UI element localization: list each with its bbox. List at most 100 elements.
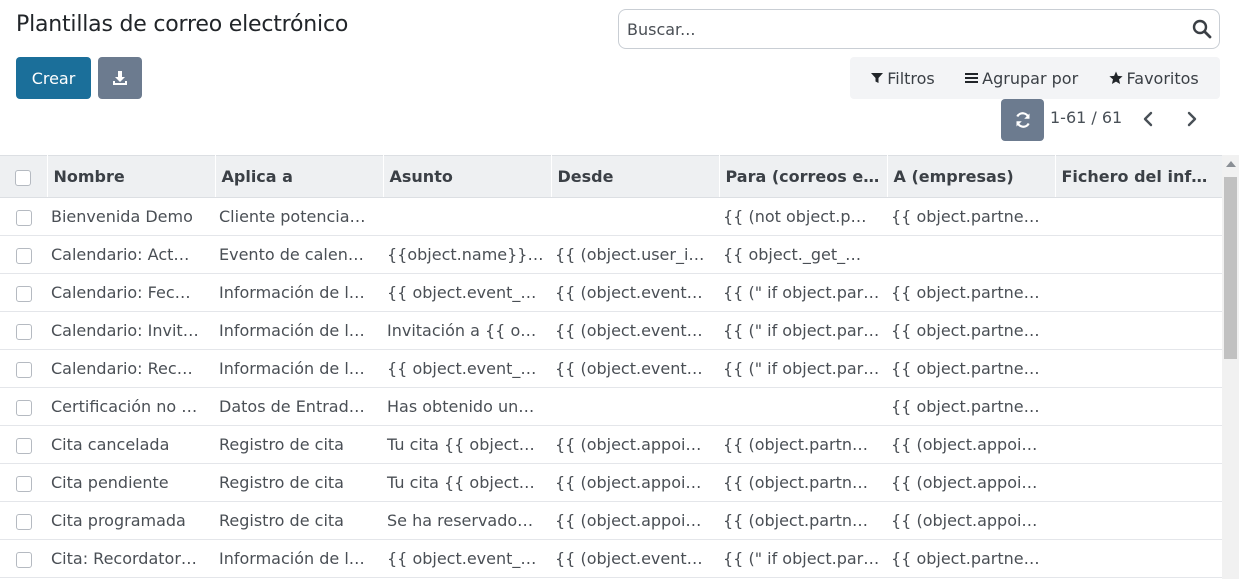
table-cell[interactable]: Cliente potencia…	[215, 198, 383, 236]
table-cell[interactable]: {{ (" if object.par…	[719, 350, 887, 388]
table-cell[interactable]: Información de l…	[215, 350, 383, 388]
table-cell[interactable]: Datos de Entrad…	[215, 388, 383, 426]
table-cell[interactable]: Registro de cita	[215, 502, 383, 540]
table-cell[interactable]: Calendario: Fec…	[47, 274, 215, 312]
table-cell[interactable]: Cita programada	[47, 502, 215, 540]
table-cell[interactable]: {{ (" if object.par…	[719, 312, 887, 350]
column-header[interactable]: Nombre	[47, 155, 216, 198]
column-header[interactable]: Fichero del info…	[1055, 155, 1223, 198]
table-row[interactable]: Bienvenida Demo Cliente potencia… {{ (not …	[0, 198, 1222, 236]
table-cell[interactable]: Registro de cita	[215, 426, 383, 464]
table-cell[interactable]: {{ (object.appoi…	[551, 426, 719, 464]
table-cell[interactable]	[1055, 464, 1222, 502]
table-cell[interactable]: Cita pendiente	[47, 464, 215, 502]
table-row[interactable]: Calendario: Act… Evento de calen… {{object…	[0, 236, 1222, 274]
group-by-toggle[interactable]: Agrupar por	[965, 69, 1078, 88]
table-cell[interactable]	[551, 388, 719, 426]
table-cell[interactable]	[1055, 502, 1222, 540]
table-cell[interactable]: Calendario: Invit…	[47, 312, 215, 350]
table-cell[interactable]: {{ (object.partn…	[719, 426, 887, 464]
table-cell[interactable]: Cita: Recordator…	[47, 540, 215, 578]
table-cell[interactable]: {{ object.partne…	[887, 312, 1055, 350]
table-cell[interactable]: {{ (object.appoi…	[887, 426, 1055, 464]
table-cell[interactable]: Invitación a {{ o…	[383, 312, 551, 350]
row-checkbox[interactable]	[0, 350, 47, 388]
table-cell[interactable]	[719, 388, 887, 426]
scroll-up-arrow[interactable]	[1226, 161, 1236, 167]
table-row[interactable]: Calendario: Rec… Información de l…{{ obje…	[0, 350, 1222, 388]
search-input[interactable]	[627, 10, 1187, 48]
row-checkbox[interactable]	[0, 198, 47, 236]
table-row[interactable]: Calendario: Invit… Información de l… Invit…	[0, 312, 1222, 350]
table-cell[interactable]: {{ (object.event…	[551, 312, 719, 350]
create-button[interactable]: Crear	[16, 57, 91, 99]
table-cell[interactable]: Tu cita {{ object…	[383, 464, 551, 502]
pager-value[interactable]: 1-61 / 61	[1050, 108, 1122, 127]
search-icon[interactable]	[1191, 18, 1213, 40]
table-cell[interactable]: {{ object.partne…	[887, 388, 1055, 426]
row-checkbox[interactable]	[0, 274, 47, 312]
select-all-checkbox[interactable]	[0, 155, 48, 198]
table-cell[interactable]: {{ (" if object.par…	[719, 540, 887, 578]
row-checkbox[interactable]	[0, 312, 47, 350]
table-row[interactable]: Certificación no … Datos de Entrad… Has ob…	[0, 388, 1222, 426]
row-checkbox[interactable]	[0, 540, 47, 578]
column-header[interactable]: Asunto	[383, 155, 552, 198]
table-cell[interactable]	[383, 198, 551, 236]
table-cell[interactable]	[1055, 236, 1222, 274]
column-header[interactable]: Desde	[551, 155, 720, 198]
table-cell[interactable]: {{ object._get_…	[719, 236, 887, 274]
table-cell[interactable]	[1055, 350, 1222, 388]
table-cell[interactable]	[1055, 274, 1222, 312]
scrollbar[interactable]	[1222, 155, 1239, 579]
table-cell[interactable]: {{ (object.appoi…	[887, 464, 1055, 502]
table-cell[interactable]: {{ object.event_…	[383, 350, 551, 388]
table-cell[interactable]: {{ (object.appoi…	[551, 502, 719, 540]
refresh-button[interactable]	[1001, 99, 1044, 141]
table-cell[interactable]: {{ (object.partn…	[719, 464, 887, 502]
table-cell[interactable]	[1055, 312, 1222, 350]
table-cell[interactable]: {{ object.event_…	[383, 540, 551, 578]
table-row[interactable]: Cita cancelada Registro de cita Tu cita {{…	[0, 426, 1222, 464]
table-cell[interactable]: Registro de cita	[215, 464, 383, 502]
table-cell[interactable]: Tu cita {{ object…	[383, 426, 551, 464]
table-cell[interactable]	[551, 198, 719, 236]
table-cell[interactable]: {{ object.partne…	[887, 350, 1055, 388]
table-cell[interactable]: Has obtenido un…	[383, 388, 551, 426]
table-cell[interactable]: Evento de calen…	[215, 236, 383, 274]
table-row[interactable]: Cita pendiente Registro de cita Tu cita {{…	[0, 464, 1222, 502]
favorites-toggle[interactable]: Favoritos	[1108, 69, 1199, 88]
table-cell[interactable]: {{ object.partne…	[887, 198, 1055, 236]
row-checkbox[interactable]	[0, 502, 47, 540]
table-cell[interactable]	[1055, 426, 1222, 464]
table-cell[interactable]: {{ (object.appoi…	[887, 502, 1055, 540]
column-header[interactable]: Aplica a	[215, 155, 384, 198]
table-cell[interactable]: Bienvenida Demo	[47, 198, 215, 236]
table-cell[interactable]: Certificación no …	[47, 388, 215, 426]
table-cell[interactable]: Se ha reservado…	[383, 502, 551, 540]
table-cell[interactable]: {{ object.event_…	[383, 274, 551, 312]
download-button[interactable]	[98, 57, 142, 99]
table-cell[interactable]: Información de l…	[215, 312, 383, 350]
scroll-thumb[interactable]	[1224, 177, 1237, 359]
row-checkbox[interactable]	[0, 464, 47, 502]
table-cell[interactable]: Información de l…	[215, 274, 383, 312]
table-row[interactable]: Calendario: Fec… Información de l…{{ obje…	[0, 274, 1222, 312]
table-cell[interactable]: {{ (" if object.par…	[719, 274, 887, 312]
table-cell[interactable]: {{ object.partne…	[887, 540, 1055, 578]
table-cell[interactable]: {{ object.partne…	[887, 274, 1055, 312]
table-cell[interactable]: Calendario: Act…	[47, 236, 215, 274]
table-cell[interactable]: {{ (object.event…	[551, 540, 719, 578]
table-cell[interactable]: {{ (object.user_i…	[551, 236, 719, 274]
column-header[interactable]: A (empresas)	[887, 155, 1056, 198]
pager-previous-button[interactable]	[1138, 108, 1158, 130]
table-cell[interactable]: Cita cancelada	[47, 426, 215, 464]
table-cell[interactable]	[1055, 540, 1222, 578]
table-cell[interactable]: {{ (object.event…	[551, 274, 719, 312]
table-cell[interactable]	[1055, 198, 1222, 236]
table-cell[interactable]: {{ (object.appoi…	[551, 464, 719, 502]
table-cell[interactable]: Información de l…	[215, 540, 383, 578]
table-cell[interactable]: {{ (not object.p…	[719, 198, 887, 236]
pager-next-button[interactable]	[1182, 108, 1202, 130]
table-cell[interactable]	[1055, 388, 1222, 426]
